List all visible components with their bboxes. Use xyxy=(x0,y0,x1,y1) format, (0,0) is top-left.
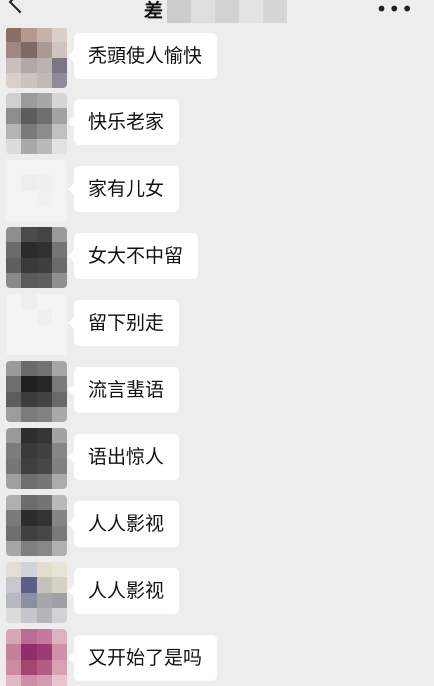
back-arrow-icon[interactable] xyxy=(8,0,32,14)
chat-screen: 差 ••• 秃頭使人愉快 快乐老家 家有儿女 女大不中留 留下别走 流言蜚语 语… xyxy=(0,0,434,686)
blurred-title-region xyxy=(167,0,288,23)
message-row: 又开始了是吗 xyxy=(6,629,426,686)
avatar[interactable] xyxy=(6,227,67,288)
more-options-icon[interactable]: ••• xyxy=(376,0,414,22)
avatar[interactable] xyxy=(6,27,67,88)
message-row: 人人影视 xyxy=(6,495,426,557)
message-bubble[interactable]: 语出惊人 xyxy=(67,434,180,480)
message-row: 家有儿女 xyxy=(6,160,426,222)
message-bubble[interactable]: 又开始了是吗 xyxy=(67,635,218,681)
avatar[interactable] xyxy=(6,428,67,489)
chat-title-text: 差 xyxy=(144,0,164,22)
message-row: 秃頭使人愉快 xyxy=(6,27,426,89)
avatar[interactable] xyxy=(6,361,67,422)
avatar[interactable] xyxy=(6,562,67,623)
message-bubble[interactable]: 家有儿女 xyxy=(67,166,180,212)
message-bubble[interactable]: 流言蜚语 xyxy=(67,367,180,413)
message-bubble[interactable]: 留下别走 xyxy=(67,300,180,346)
avatar[interactable] xyxy=(6,294,67,355)
message-bubble[interactable]: 人人影视 xyxy=(67,501,180,547)
avatar[interactable] xyxy=(6,629,67,686)
chat-header: 差 ••• xyxy=(0,0,434,28)
message-bubble[interactable]: 秃頭使人愉快 xyxy=(67,33,218,79)
message-bubble[interactable]: 女大不中留 xyxy=(67,233,199,279)
message-row: 留下别走 xyxy=(6,294,426,356)
avatar[interactable] xyxy=(6,495,67,556)
message-row: 人人影视 xyxy=(6,562,426,624)
message-row: 流言蜚语 xyxy=(6,361,426,423)
message-bubble[interactable]: 快乐老家 xyxy=(67,99,180,145)
message-row: 女大不中留 xyxy=(6,227,426,289)
message-row: 快乐老家 xyxy=(6,93,426,155)
message-row: 语出惊人 xyxy=(6,428,426,490)
message-bubble[interactable]: 人人影视 xyxy=(67,568,180,614)
chat-title: 差 xyxy=(144,0,288,24)
avatar[interactable] xyxy=(6,160,67,221)
avatar[interactable] xyxy=(6,93,67,154)
